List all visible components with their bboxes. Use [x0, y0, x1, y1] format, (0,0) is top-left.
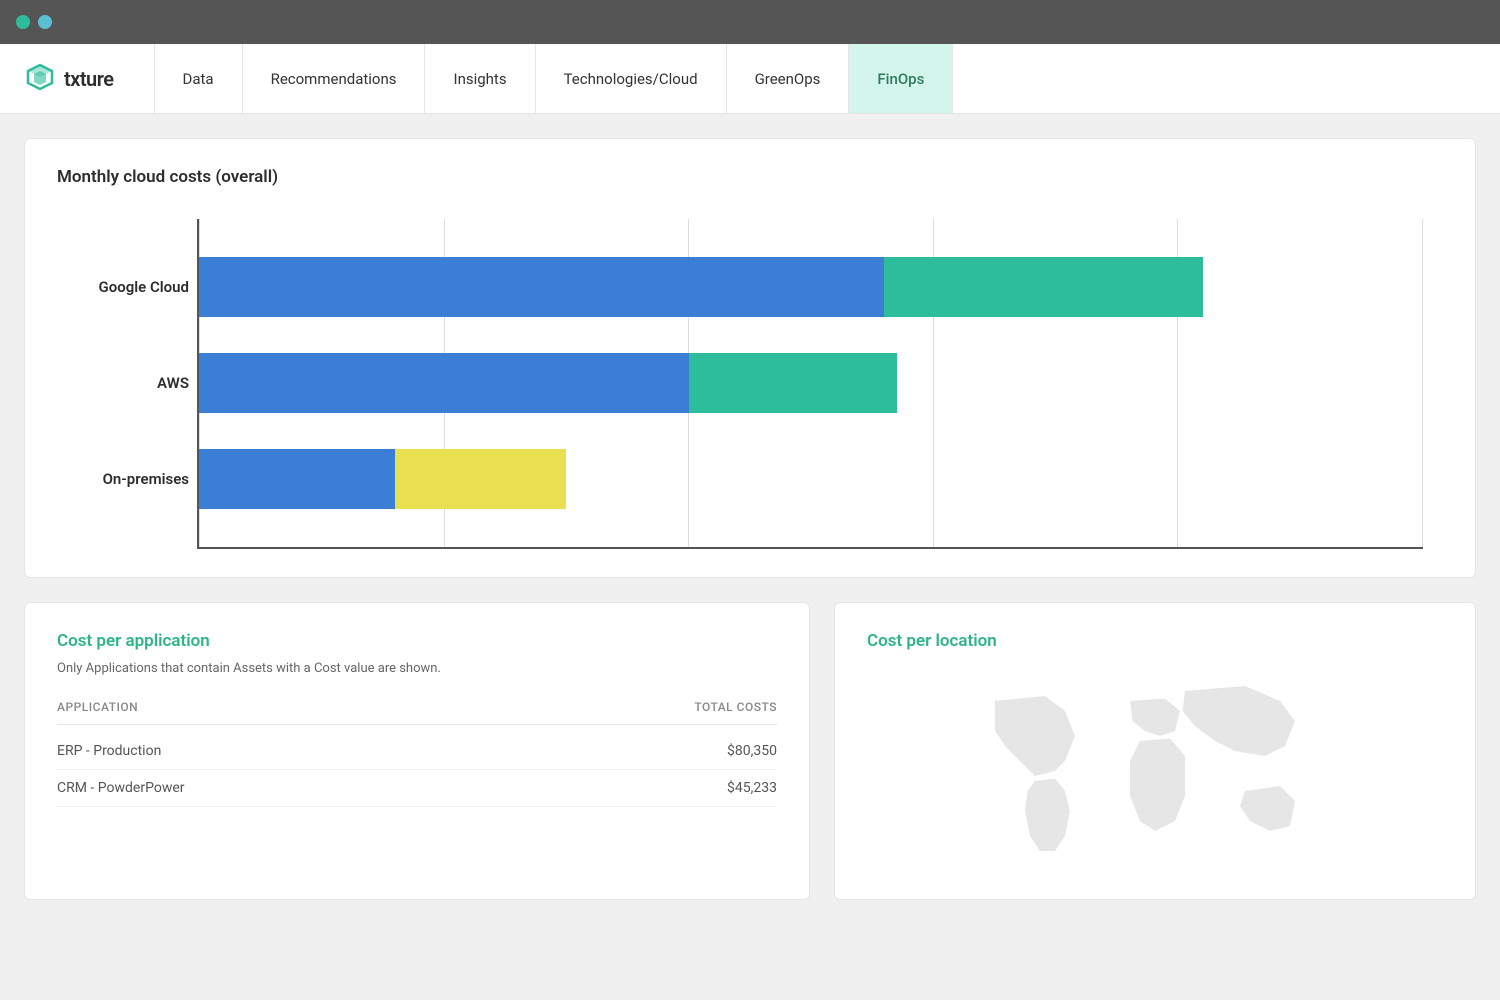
- bar-row-on-premises: On-premises $219,054.30: [199, 431, 1423, 527]
- cell-app-crm: CRM - PowderPower: [57, 780, 185, 796]
- bar-segment-google-cloud-1: [199, 257, 884, 317]
- bar-chart: Google Cloud $660,790.95 AWS: [57, 219, 1443, 549]
- bar-label-aws: AWS: [59, 374, 189, 392]
- bar-label-google-cloud: Google Cloud: [59, 278, 189, 296]
- table-row-erp-production: ERP - Production $80,350: [57, 733, 777, 770]
- bar-segment-google-cloud-2: [884, 257, 1202, 317]
- cost-per-location-card: Cost per location: [834, 602, 1476, 900]
- titlebar-dot-1: [16, 15, 30, 29]
- titlebar: [0, 0, 1500, 44]
- bar-group-google-cloud: [199, 257, 1423, 317]
- logo[interactable]: txture: [24, 63, 114, 95]
- cost-per-application-title: Cost per application: [57, 631, 777, 651]
- titlebar-dot-2: [38, 15, 52, 29]
- cell-app-erp: ERP - Production: [57, 743, 161, 759]
- bar-segment-on-premises-1: [199, 449, 395, 509]
- nav-item-recommendations[interactable]: Recommendations: [243, 44, 426, 113]
- logo-icon: [24, 63, 56, 95]
- nav-item-insights[interactable]: Insights: [425, 44, 535, 113]
- nav-item-data[interactable]: Data: [154, 44, 243, 113]
- bar-segment-on-premises-2: [395, 449, 566, 509]
- bar-group-aws: [199, 353, 1423, 413]
- cell-cost-crm: $45,233: [727, 780, 777, 796]
- table-row-crm-powderpower: CRM - PowderPower $45,233: [57, 770, 777, 807]
- chart-area: Google Cloud $660,790.95 AWS: [197, 219, 1423, 549]
- bar-segment-aws-2: [689, 353, 897, 413]
- world-map-icon: [867, 671, 1443, 871]
- main-nav: Data Recommendations Insights Technologi…: [154, 44, 954, 113]
- logo-text: txture: [64, 67, 114, 91]
- header: txture Data Recommendations Insights Tec…: [0, 44, 1500, 114]
- cost-per-application-card: Cost per application Only Applications t…: [24, 602, 810, 900]
- bar-group-on-premises: [199, 449, 1423, 509]
- chart-card: Monthly cloud costs (overall) Google Clo…: [24, 138, 1476, 578]
- nav-item-greenops[interactable]: GreenOps: [727, 44, 850, 113]
- bottom-section: Cost per application Only Applications t…: [24, 602, 1476, 900]
- nav-item-finops[interactable]: FinOps: [849, 44, 953, 113]
- cost-per-application-table-header: Application Total costs: [57, 700, 777, 725]
- col-header-total-costs: Total costs: [694, 700, 777, 714]
- map-container: [867, 671, 1443, 871]
- chart-title: Monthly cloud costs (overall): [57, 167, 1443, 187]
- cost-per-application-subtitle: Only Applications that contain Assets wi…: [57, 661, 777, 676]
- cost-per-location-title: Cost per location: [867, 631, 1443, 651]
- bar-row-aws: AWS $508,324.09: [199, 335, 1423, 431]
- cell-cost-erp: $80,350: [727, 743, 777, 759]
- bars-container: Google Cloud $660,790.95 AWS: [199, 219, 1423, 547]
- bar-row-google-cloud: Google Cloud $660,790.95: [199, 239, 1423, 335]
- main-content: Monthly cloud costs (overall) Google Clo…: [0, 114, 1500, 924]
- col-header-application: Application: [57, 700, 138, 714]
- nav-item-technologies-cloud[interactable]: Technologies/Cloud: [536, 44, 727, 113]
- bar-segment-aws-1: [199, 353, 689, 413]
- bar-label-on-premises: On-premises: [59, 470, 189, 488]
